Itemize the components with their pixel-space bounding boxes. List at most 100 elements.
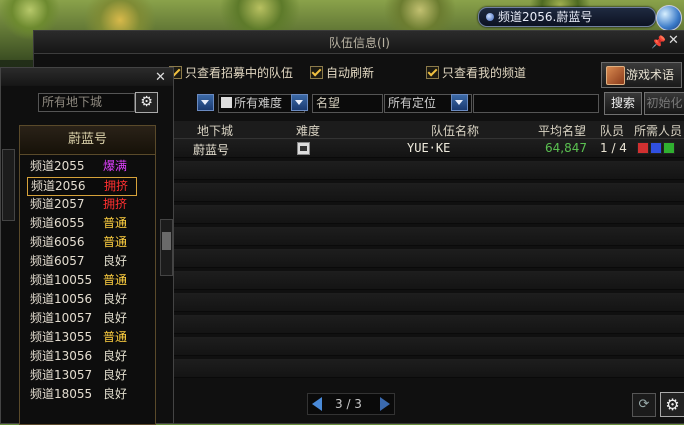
auto-refresh-label: 自动刷新 (326, 66, 375, 80)
any-role-icon (663, 142, 675, 154)
settings-gear-icon[interactable]: ⚙ (660, 392, 684, 417)
channel-name: 频道13056 (30, 349, 93, 363)
table-row[interactable] (172, 249, 684, 268)
channel-item[interactable]: 频道10056 良好 (27, 291, 135, 308)
channel-list-title: 蔚蓝号 (20, 126, 155, 155)
difficulty-value: 所有难度 (234, 96, 283, 110)
channel-name: 频道13057 (30, 368, 93, 382)
channel-item[interactable]: 频道13056 良好 (27, 348, 135, 365)
channel-dot-icon (486, 13, 494, 21)
channel-name: 频道2057 (30, 197, 85, 211)
table-row[interactable]: 蔚蓝号 YUE·KE 64,847 1 / 4 (172, 139, 684, 158)
game-terms-button[interactable]: 游戏术语 (601, 62, 682, 88)
channel-name: 频道10055 (30, 273, 93, 287)
channel-status: 普通 (103, 235, 128, 249)
game-terms-label: 游戏术语 (626, 68, 675, 82)
channel-status: 良好 (103, 349, 128, 363)
table-row[interactable] (172, 161, 684, 180)
checkbox-checked-icon (310, 66, 323, 79)
channel-status-bar[interactable]: 频道2056.蔚蓝号 (478, 7, 656, 27)
team-name-input[interactable] (473, 94, 599, 113)
next-page-icon[interactable] (380, 397, 390, 411)
table-row[interactable] (172, 315, 684, 334)
row-dungeon: 蔚蓝号 (193, 143, 230, 157)
dungeon-select-value: 所有地下城 (42, 95, 103, 109)
table-row[interactable] (172, 183, 684, 202)
pin-icon[interactable]: 📌 (651, 35, 666, 49)
scrollbar-thumb[interactable] (162, 232, 171, 250)
settings-gear-icon[interactable]: ⚙ (135, 92, 158, 113)
window-titlebar[interactable]: 队伍信息(Ⅰ) 📌 ✕ (34, 31, 684, 54)
col-members: 队员 (599, 124, 624, 138)
auto-refresh-checkbox[interactable]: 自动刷新 (310, 65, 374, 81)
channel-item[interactable]: 频道6055 普通 (27, 215, 135, 232)
only-recruiting-checkbox[interactable]: 只查看招募中的队伍 (169, 65, 293, 81)
channel-status: 爆满 (103, 159, 128, 173)
difficulty-dropdown-arrow[interactable] (291, 94, 308, 111)
col-avg-fame: 平均名望 (537, 124, 586, 138)
prev-page-icon[interactable] (312, 397, 322, 411)
table-row[interactable] (172, 337, 684, 356)
difficulty-icon (221, 97, 232, 108)
row-team-name: YUE·KE (407, 141, 451, 155)
channel-scrollbar[interactable] (160, 219, 173, 276)
dungeon-select[interactable]: 所有地下城 (38, 93, 135, 112)
row-members: 1 / 4 (600, 141, 627, 155)
book-icon (606, 66, 625, 85)
channel-item[interactable]: 频道13055 普通 (27, 329, 135, 346)
channel-status: 拥挤 (104, 179, 129, 193)
channel-name: 频道13055 (30, 330, 93, 344)
channel-status: 拥挤 (103, 197, 128, 211)
channel-item[interactable]: 频道13057 良好 (27, 367, 135, 384)
refresh-icon[interactable]: ⟳ (632, 393, 656, 417)
channel-status: 普通 (103, 216, 128, 230)
page-indicator: 3 / 3 (335, 397, 362, 411)
checkbox-checked-icon (426, 66, 439, 79)
channel-item[interactable]: 频道6057 良好 (27, 253, 135, 270)
only-my-channel-checkbox[interactable]: 只查看我的频道 (426, 65, 526, 81)
only-recruiting-label: 只查看招募中的队伍 (185, 66, 294, 80)
col-required: 所需人员 (633, 124, 682, 138)
table-row[interactable] (172, 359, 684, 378)
channel-item[interactable]: 频道10057 良好 (27, 310, 135, 327)
channel-name: 频道6055 (30, 216, 85, 230)
channel-item[interactable]: 频道10055 普通 (27, 272, 135, 289)
channel-item[interactable]: 频道6056 普通 (27, 234, 135, 251)
dungeon-dropdown-arrow[interactable] (197, 94, 214, 111)
position-dropdown-arrow[interactable] (451, 94, 468, 111)
table-row[interactable] (172, 271, 684, 290)
globe-icon[interactable] (656, 5, 682, 31)
table-row[interactable] (172, 205, 684, 224)
channel-status-text: 频道2056.蔚蓝号 (498, 10, 593, 24)
dealer-role-icon (637, 142, 649, 154)
search-button[interactable]: 搜索 (604, 92, 642, 115)
close-icon[interactable]: ✕ (668, 33, 679, 48)
close-icon[interactable]: ✕ (155, 70, 166, 85)
channel-list: 蔚蓝号 频道2055 爆满 频道2056 拥挤 频道2057 拥挤 频道6055 普通 频道60… (19, 125, 173, 425)
fame-input[interactable]: 名望 (312, 94, 383, 113)
channel-panel-titlebar[interactable]: ✕ (1, 68, 173, 86)
channel-status: 良好 (103, 292, 128, 306)
channel-item[interactable]: 频道2057 拥挤 (27, 196, 135, 213)
scrollbar[interactable] (2, 149, 15, 221)
channel-item[interactable]: 频道18055 良好 (27, 386, 135, 403)
channel-select-panel: ✕ 所有地下城 ⚙ 蔚蓝号 频道2055 爆满 频道2056 拥挤 频道2057 拥挤 频道… (0, 67, 174, 425)
only-my-channel-label: 只查看我的频道 (442, 66, 527, 80)
buffer-role-icon (650, 142, 662, 154)
fame-placeholder: 名望 (316, 96, 341, 110)
channel-status: 良好 (103, 368, 128, 382)
reset-button[interactable]: 初始化 (644, 92, 684, 115)
window-title: 队伍信息(Ⅰ) (329, 36, 390, 50)
col-team-name: 队伍名称 (430, 124, 479, 138)
position-value: 所有定位 (388, 96, 437, 110)
channel-name: 频道2055 (30, 159, 85, 173)
channel-item[interactable]: 频道2055 爆满 (27, 158, 135, 175)
table-row[interactable] (172, 227, 684, 246)
channel-name: 频道10057 (30, 311, 93, 325)
channel-item[interactable]: 频道2056 拥挤 (27, 177, 137, 196)
pager: 3 / 3 (307, 393, 395, 415)
channel-status: 良好 (103, 254, 128, 268)
channel-name: 频道2056 (31, 179, 86, 193)
team-table-header: 地下城 难度 队伍名称 平均名望 队员 所需人员 (172, 121, 684, 139)
table-row[interactable] (172, 293, 684, 312)
